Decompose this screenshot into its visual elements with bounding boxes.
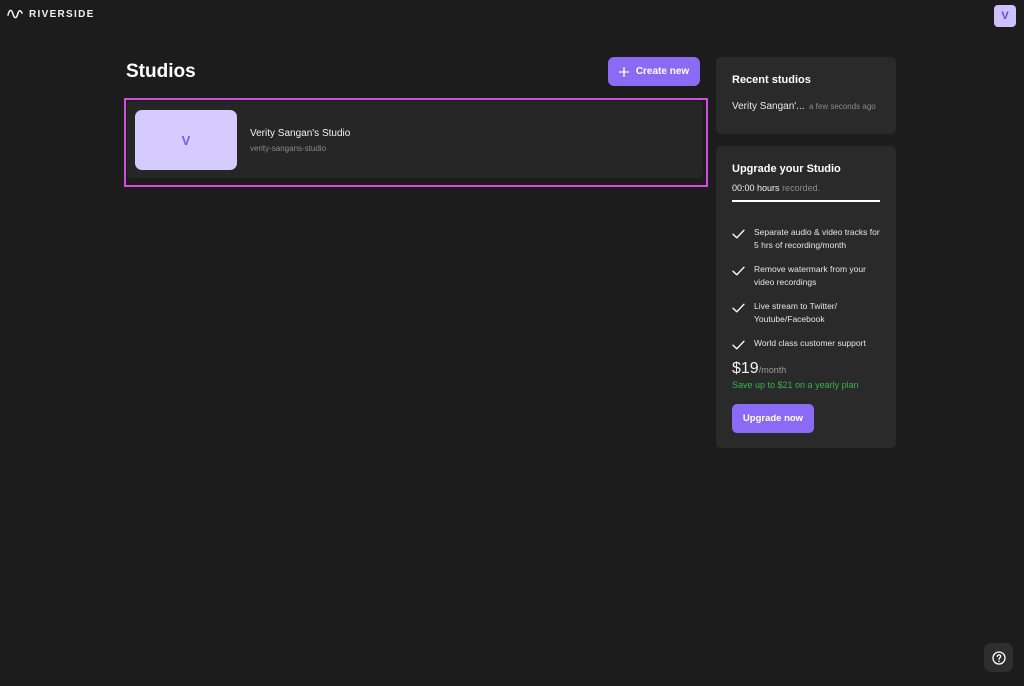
studio-name: Verity Sangan's Studio <box>250 128 351 139</box>
studio-slug: verity-sangans-studio <box>250 144 327 153</box>
upgrade-now-button[interactable]: Upgrade now <box>732 404 814 433</box>
recent-studio-link[interactable]: Verity Sangan'... <box>732 101 805 112</box>
brand-name: RIVERSIDE <box>29 8 95 20</box>
price: $19/month <box>732 360 786 378</box>
hours-progress-fill <box>732 200 880 202</box>
checkmark-icon <box>732 340 745 350</box>
recent-studios-panel: Recent studios Verity Sangan'... a few s… <box>716 57 896 134</box>
price-amount: $19 <box>732 360 759 377</box>
hours-value: 00:00 hours <box>732 183 780 193</box>
recent-studio-time: a few seconds ago <box>809 102 876 111</box>
user-avatar[interactable]: V <box>994 5 1016 27</box>
hours-suffix: recorded. <box>782 183 821 193</box>
hours-recorded: 00:00 hours recorded. <box>732 183 820 193</box>
feature-item: Separate audio & video tracks for 5 hrs … <box>732 226 882 252</box>
create-new-button[interactable]: Create new <box>608 57 700 86</box>
feature-item: Live stream to Twitter/ Youtube/Facebook <box>732 300 882 326</box>
hours-progress-bar <box>732 200 880 202</box>
feature-text: Live stream to Twitter/ Youtube/Facebook <box>754 301 837 324</box>
yearly-savings-text: Save up to $21 on a yearly plan <box>732 380 859 390</box>
studio-thumbnail[interactable]: V <box>135 110 237 170</box>
price-period: /month <box>758 365 787 375</box>
upgrade-panel: Upgrade your Studio 00:00 hours recorded… <box>716 146 896 448</box>
feature-text: World class customer support <box>754 338 866 348</box>
upgrade-title: Upgrade your Studio <box>732 163 841 175</box>
create-new-label: Create new <box>635 66 690 77</box>
studio-card[interactable]: V Verity Sangan's Studio verity-sangans-… <box>127 101 703 178</box>
riverside-logo[interactable]: RIVERSIDE <box>7 8 95 20</box>
waveform-icon <box>7 9 23 19</box>
page-title: Studios <box>126 61 196 82</box>
checkmark-icon <box>732 303 745 313</box>
plus-icon <box>618 66 629 77</box>
feature-text: Remove watermark from your video recordi… <box>754 264 866 287</box>
question-circle-icon <box>991 650 1006 665</box>
checkmark-icon <box>732 229 745 239</box>
feature-text: Separate audio & video tracks for 5 hrs … <box>754 227 880 250</box>
checkmark-icon <box>732 266 745 276</box>
recent-studios-title: Recent studios <box>732 74 811 86</box>
feature-item: World class customer support <box>732 337 882 350</box>
feature-item: Remove watermark from your video recordi… <box>732 263 882 289</box>
help-button[interactable] <box>984 643 1013 672</box>
